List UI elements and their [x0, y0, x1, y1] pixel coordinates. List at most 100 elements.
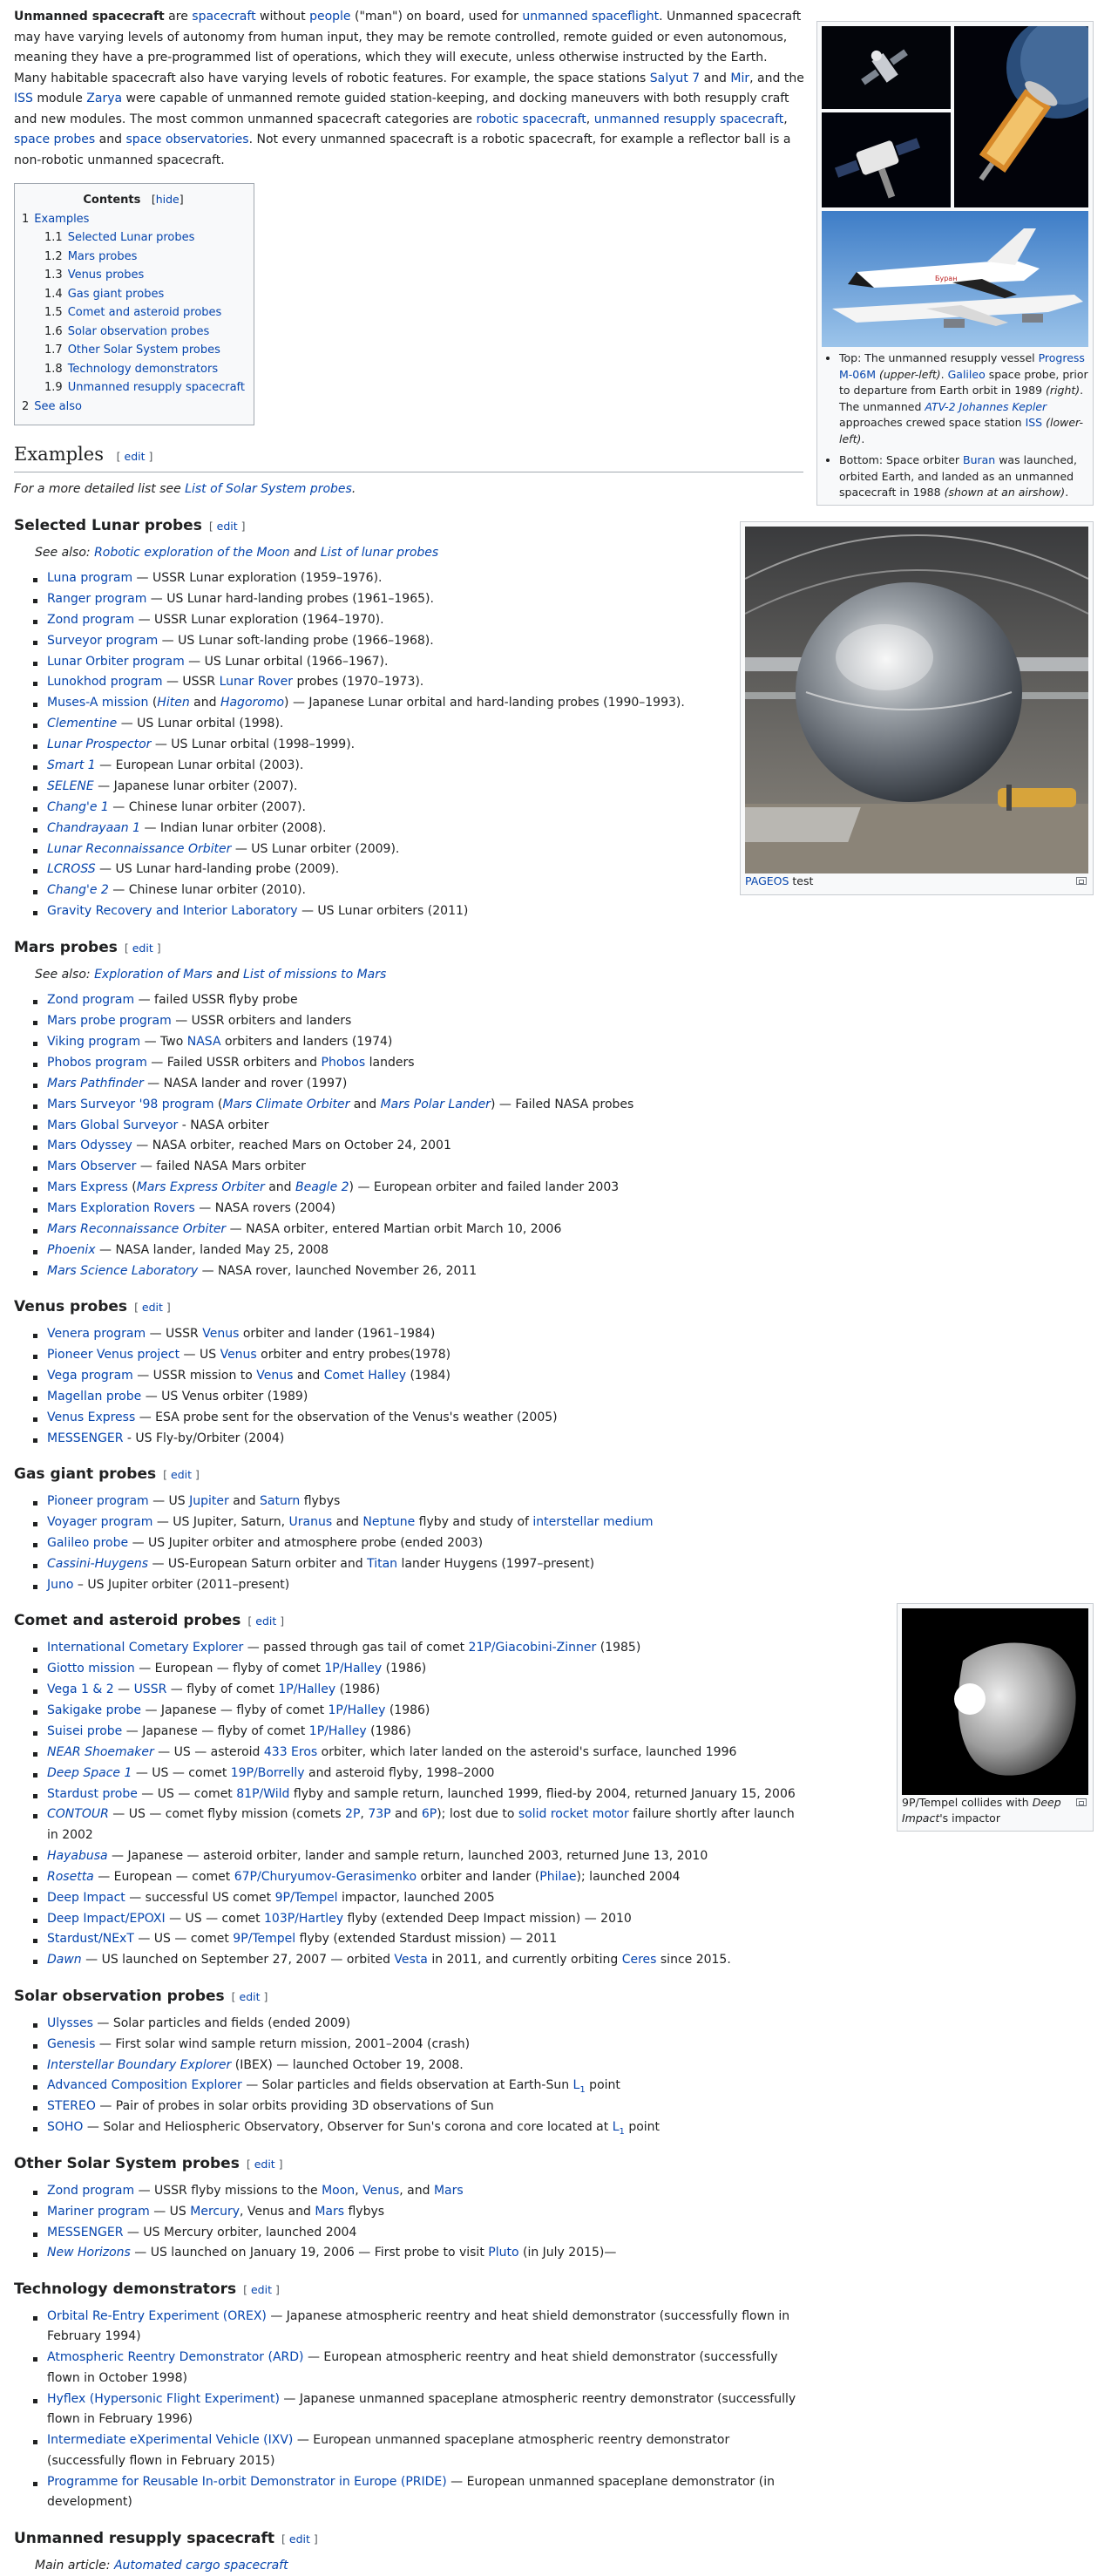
inline-link[interactable]: Vega 1 & 2: [47, 1682, 114, 1696]
toc-link[interactable]: Gas giant probes: [68, 288, 165, 301]
inline-link[interactable]: Cassini-Huygens: [47, 1557, 148, 1571]
inline-link[interactable]: Mars Odyssey: [47, 1138, 132, 1152]
inline-link[interactable]: Advanced Composition Explorer: [47, 2078, 242, 2092]
inline-link[interactable]: Muses-A mission: [47, 696, 148, 710]
inline-link[interactable]: Mariner program: [47, 2205, 150, 2219]
inline-link[interactable]: Voyager program: [47, 1515, 152, 1529]
inline-link[interactable]: Clementine: [47, 717, 117, 731]
inline-link[interactable]: Chandrayaan 1: [47, 821, 140, 835]
inline-link[interactable]: Beagle 2: [295, 1180, 349, 1194]
inline-link[interactable]: Mars Express: [47, 1180, 128, 1194]
galileo-probe-image[interactable]: [954, 26, 1088, 207]
inline-link[interactable]: Zarya: [86, 92, 122, 105]
inline-link[interactable]: List of Solar System probes: [185, 482, 352, 496]
inline-link[interactable]: Intermediate eXperimental Vehicle (IXV): [47, 2433, 293, 2447]
inline-link[interactable]: 2P: [345, 1807, 360, 1821]
inline-link[interactable]: Zond program: [47, 993, 134, 1007]
atv2-johannes-kepler-image[interactable]: [822, 112, 951, 207]
progress-spacecraft-image[interactable]: [822, 26, 951, 109]
inline-link[interactable]: L1: [573, 2078, 586, 2092]
inline-link[interactable]: Deep Impact: [47, 1891, 125, 1905]
inline-link[interactable]: Mars Climate Orbiter: [222, 1098, 349, 1111]
inline-link[interactable]: Suisei probe: [47, 1724, 122, 1738]
inline-link[interactable]: space probes: [14, 133, 95, 146]
edit-section-link[interactable]: [ edit ]: [247, 1614, 284, 1628]
inline-link[interactable]: ISS: [1026, 416, 1043, 429]
inline-link[interactable]: MESSENGER: [47, 2226, 123, 2240]
inline-link[interactable]: Exploration of Mars: [94, 968, 213, 982]
inline-link[interactable]: Chang'e 2: [47, 883, 109, 897]
inline-link[interactable]: Rosetta: [47, 1870, 94, 1884]
inline-link[interactable]: NEAR Shoemaker: [47, 1745, 154, 1759]
inline-link[interactable]: Mars Surveyor '98 program: [47, 1098, 214, 1111]
toc-link[interactable]: Other Solar System probes: [68, 343, 220, 357]
inline-link[interactable]: space observatories: [125, 133, 248, 146]
inline-link[interactable]: Interstellar Boundary Explorer: [47, 2058, 231, 2072]
inline-link[interactable]: Giotto mission: [47, 1662, 135, 1675]
inline-link[interactable]: Mars: [434, 2184, 464, 2198]
edit-section-link[interactable]: [ edit ]: [134, 1301, 171, 1314]
edit-link[interactable]: edit: [217, 520, 238, 533]
inline-link[interactable]: Mars Pathfinder: [47, 1077, 144, 1091]
edit-link[interactable]: edit: [171, 1468, 192, 1481]
inline-link[interactable]: Lunar Orbiter program: [47, 655, 185, 669]
edit-link[interactable]: edit: [255, 1614, 276, 1628]
inline-link[interactable]: Philae: [539, 1870, 576, 1884]
inline-link[interactable]: 6P: [422, 1807, 437, 1821]
inline-link[interactable]: Galileo probe: [47, 1536, 128, 1550]
inline-link[interactable]: Salyut 7: [650, 71, 700, 85]
inline-link[interactable]: Mars Express Orbiter: [137, 1180, 265, 1194]
enlarge-icon[interactable]: [1076, 877, 1087, 885]
inline-link[interactable]: L1: [613, 2120, 625, 2134]
toc-item[interactable]: 1.5Comet and asteroid probes: [44, 303, 245, 323]
inline-link[interactable]: Mars Reconnaissance Orbiter: [47, 1222, 226, 1236]
inline-link[interactable]: Sakigake probe: [47, 1703, 141, 1717]
edit-section-link[interactable]: [ edit ]: [247, 2158, 283, 2171]
inline-link[interactable]: MESSENGER: [47, 1431, 123, 1445]
inline-link[interactable]: Buran: [963, 453, 995, 466]
toc-item[interactable]: 1.7Other Solar System probes: [44, 341, 245, 360]
inline-link[interactable]: Smart 1: [47, 758, 96, 772]
spacecraft-image-collage[interactable]: Буран: [822, 26, 1088, 347]
inline-link[interactable]: 19P/Borrelly: [231, 1766, 305, 1780]
inline-link[interactable]: Mir: [730, 71, 749, 85]
inline-link[interactable]: Luna program: [47, 571, 132, 585]
inline-link[interactable]: Jupiter: [189, 1494, 229, 1508]
edit-link[interactable]: edit: [240, 1990, 261, 2003]
inline-link[interactable]: Venus Express: [47, 1410, 135, 1424]
toc-link[interactable]: Mars probes: [68, 250, 138, 263]
inline-link[interactable]: Orbital Re-Entry Experiment (OREX): [47, 2309, 267, 2323]
inline-link[interactable]: Hyflex (Hypersonic Flight Experiment): [47, 2392, 280, 2406]
inline-link[interactable]: 1P/Halley: [278, 1682, 335, 1696]
inline-link[interactable]: List of lunar probes: [321, 546, 438, 560]
edit-link[interactable]: edit: [251, 2283, 272, 2296]
inline-link[interactable]: Neptune: [362, 1515, 415, 1529]
edit-section-link[interactable]: [ edit ]: [243, 2283, 280, 2296]
inline-link[interactable]: Vega program: [47, 1369, 133, 1383]
toc-link[interactable]: Examples: [34, 213, 89, 226]
inline-link[interactable]: SELENE: [47, 779, 94, 793]
edit-link[interactable]: edit: [254, 2158, 275, 2171]
inline-link[interactable]: Saturn: [260, 1494, 300, 1508]
inline-link[interactable]: Moon: [322, 2184, 355, 2198]
toc-link[interactable]: Selected Lunar probes: [68, 231, 195, 244]
inline-link[interactable]: Deep Space 1: [47, 1766, 132, 1780]
toc-item[interactable]: 1.1Selected Lunar probes: [44, 228, 245, 248]
inline-link[interactable]: Lunokhod program: [47, 675, 163, 689]
toc-link[interactable]: Technology demonstrators: [68, 363, 218, 376]
inline-link[interactable]: Genesis: [47, 2037, 95, 2051]
inline-link[interactable]: 21P/Giacobini-Zinner: [469, 1641, 597, 1655]
inline-link[interactable]: 103P/Hartley: [264, 1912, 343, 1926]
inline-link[interactable]: List of missions to Mars: [243, 968, 386, 982]
inline-link[interactable]: 9P/Tempel: [233, 1932, 295, 1946]
inline-link[interactable]: Surveyor program: [47, 634, 158, 648]
inline-link[interactable]: spacecraft: [192, 10, 255, 24]
toc-item[interactable]: 1.2Mars probes: [44, 248, 245, 267]
inline-link[interactable]: Robotic exploration of the Moon: [94, 546, 290, 560]
inline-link[interactable]: 1P/Halley: [324, 1662, 382, 1675]
inline-link[interactable]: New Horizons: [47, 2246, 131, 2260]
buran-on-carrier-aircraft-image[interactable]: Буран: [822, 211, 1088, 347]
toc-link[interactable]: Venus probes: [68, 268, 145, 282]
edit-section-link[interactable]: [ edit ]: [163, 1468, 200, 1481]
inline-link[interactable]: Atmospheric Reentry Demonstrator (ARD): [47, 2350, 304, 2364]
